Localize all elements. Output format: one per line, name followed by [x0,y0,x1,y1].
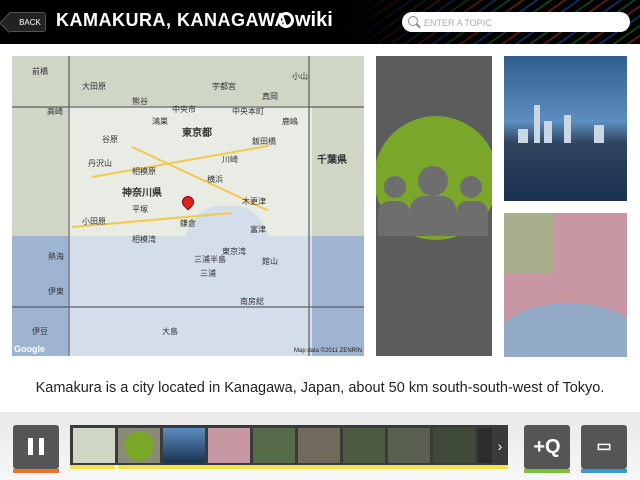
google-attribution: Google [14,344,45,354]
map-label: 宇都宮 [212,82,236,91]
person-icon [384,176,406,198]
logo-text: wiki [295,9,333,31]
pause-accent-bar [13,469,59,473]
map-label: 三浦半島 [194,255,226,264]
map-label: 真岡 [262,92,278,101]
map-sea [504,303,627,357]
map-label: 大田原 [82,82,106,91]
thumbnail-photo[interactable] [433,428,475,463]
building [594,125,604,143]
people-image-tile[interactable] [376,56,492,356]
map-label: 富津 [250,225,266,234]
building [564,115,571,143]
caption-text: Kamakura is a city located in Kanagawa, … [35,380,605,396]
person-icon [456,201,488,236]
add-qwiki-icon: +Q [533,436,561,458]
bottom-toolbar: › +Q ▭ [0,412,640,480]
map-label: 中央市 [172,105,196,114]
search-box[interactable] [402,12,630,32]
thumbnail-people[interactable] [118,428,160,463]
thumbnail-photo[interactable] [388,428,430,463]
back-button[interactable]: BACK [8,12,46,32]
map-label-province: 千葉県 [317,155,347,166]
map-label: 横浜 [207,175,223,184]
person-icon [410,196,456,236]
map-label-province: 東京都 [182,128,212,139]
map-label: 川崎 [222,155,238,164]
thumbnail-photo[interactable] [298,428,340,463]
person-icon [418,166,448,196]
building [518,129,528,143]
building [544,121,552,143]
map-label: 小山 [292,72,308,81]
map-label: 相模湾 [132,235,156,244]
map-label: 小田原 [82,217,106,226]
thumbnail-photo[interactable] [343,428,385,463]
comment-accent-bar [581,469,627,473]
map-label: 相模原 [132,167,156,176]
filmstrip-progress-bar [70,465,508,469]
search-input[interactable] [422,14,626,32]
pause-button[interactable] [13,425,59,473]
map-label: 鴻巣 [152,117,168,126]
map-image[interactable]: 大田原 宇都宮 真岡 前橋 高崎 小山 熊谷 鴻巣 中央市 中央本町 鹿嶋 東京… [12,56,364,356]
map-label: 平塚 [132,205,148,214]
map-label: 大島 [162,327,178,336]
map-label: 鎌倉 [180,219,196,228]
map-label: 前橋 [32,67,48,76]
comment-button[interactable]: ▭ [581,425,627,473]
region-map-photo[interactable] [504,213,627,357]
comment-icon: ▭ [596,438,612,455]
map-label: 谷原 [102,135,118,144]
map-gridline [308,56,310,356]
map-credit: Map data ©2011 ZENRIN [293,348,362,354]
map-gridline [12,306,364,308]
map-label: 熱海 [48,252,64,261]
city-skyline-photo[interactable] [504,56,627,201]
thumbnail-map[interactable] [73,428,115,463]
thumbnail-photo[interactable] [253,428,295,463]
person-icon [460,176,482,198]
person-icon [378,201,410,236]
map-label: 伊東 [48,287,64,296]
map-label: 伊豆 [32,327,48,336]
map-label: 熊谷 [132,97,148,106]
map-gridline [68,56,70,356]
search-icon [408,16,418,26]
map-label: 中央本町 [232,107,264,116]
filmstrip[interactable]: › [70,425,508,469]
qwiki-logo-icon [278,12,294,28]
page-title: KAMAKURA, KANAGAWA [56,10,288,30]
qwiki-logo[interactable]: wiki [278,9,333,32]
addq-accent-bar [524,469,570,473]
thumbnail-city[interactable] [163,428,205,463]
map-label: 館山 [262,257,278,266]
map-label: 丹沢山 [88,159,112,168]
map-label: 三浦 [200,269,216,278]
map-green-area [504,213,554,273]
map-label-province: 神奈川県 [122,188,162,199]
map-label: 木更津 [242,197,266,206]
back-label: BACK [19,18,41,27]
map-label: 高崎 [47,107,63,116]
top-bar: BACK KAMAKURA, KANAGAWA wiki [0,0,640,44]
map-label: 飯田橋 [252,137,276,146]
map-label: 鹿嶋 [282,117,298,126]
map-label: 南房総 [240,297,264,306]
building [534,105,540,143]
thumbnail-region-map[interactable] [208,428,250,463]
add-qwiki-button[interactable]: +Q [524,425,570,473]
chevron-right-icon[interactable]: › [494,436,506,456]
thumbnail-photo[interactable] [478,428,492,463]
